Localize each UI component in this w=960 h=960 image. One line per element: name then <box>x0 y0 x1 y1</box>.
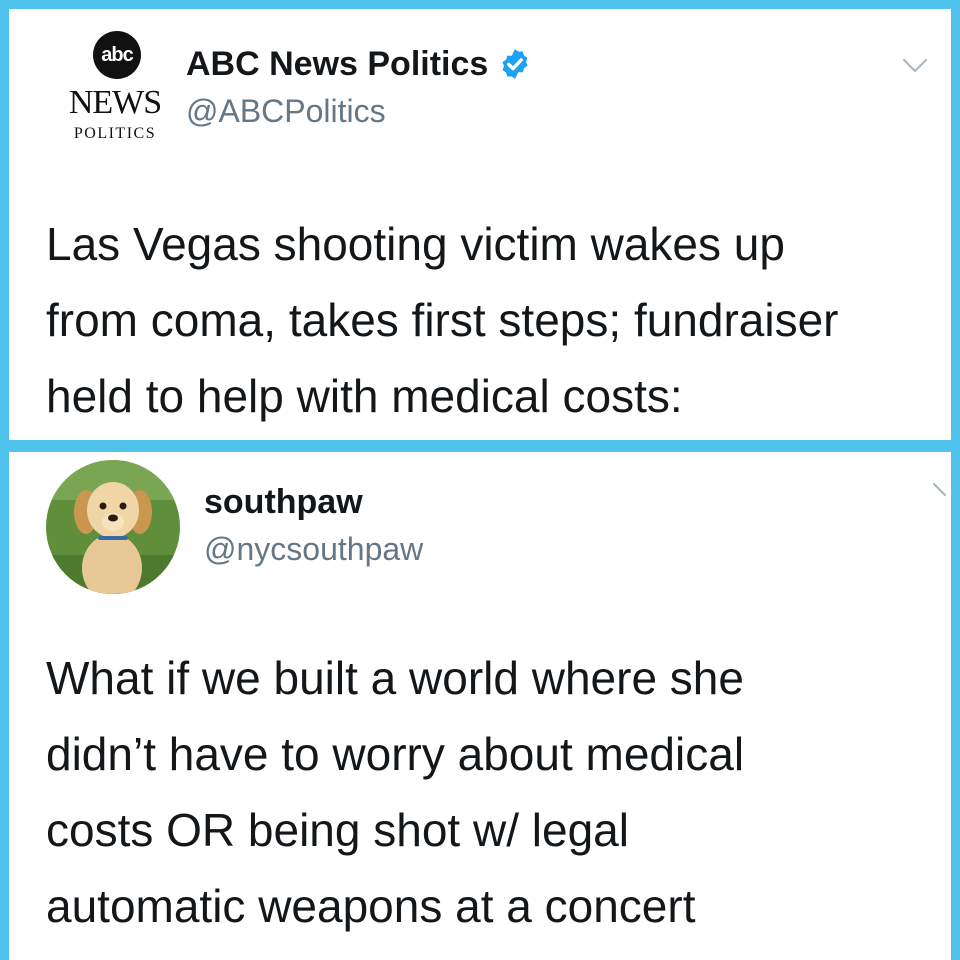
chevron-down-icon[interactable] <box>932 482 948 498</box>
verified-badge-icon <box>502 49 528 79</box>
display-name-row[interactable]: ABC News Politics <box>186 44 532 84</box>
tweet-text-line: What if we built a world where she <box>46 652 744 704</box>
abc-news-politics-logo[interactable]: abc NEWS POLITICS <box>61 31 169 151</box>
tweet-text-line: costs OR being shot w/ legal <box>46 804 629 856</box>
user-handle[interactable]: @ABCPolitics <box>186 92 386 130</box>
puppy-avatar-image <box>46 460 180 594</box>
puppy-avatar[interactable] <box>46 460 180 594</box>
tweet-text-line: didn’t have to worry about medical <box>46 728 745 780</box>
tweet-text: Las Vegas shooting victim wakes up from … <box>46 206 946 434</box>
display-name[interactable]: southpaw <box>204 482 363 522</box>
chevron-down-icon[interactable] <box>902 58 928 74</box>
tweet-text-line: Las Vegas shooting victim wakes up <box>46 218 785 270</box>
tweet-text-line: held to help with medical costs: <box>46 370 683 422</box>
abc-logo-news: NEWS <box>68 84 162 121</box>
abc-logo-politics: POLITICS <box>73 125 157 142</box>
abc-logo-circle: abc <box>93 31 141 79</box>
tweet-text: What if we built a world where she didn’… <box>46 640 946 944</box>
tweet-text-line: automatic weapons at a concert <box>46 880 696 932</box>
display-name[interactable]: ABC News Politics <box>186 44 488 84</box>
user-handle[interactable]: @nycsouthpaw <box>204 530 423 568</box>
tweet-text-line: from coma, takes first steps; fundraiser <box>46 294 839 346</box>
